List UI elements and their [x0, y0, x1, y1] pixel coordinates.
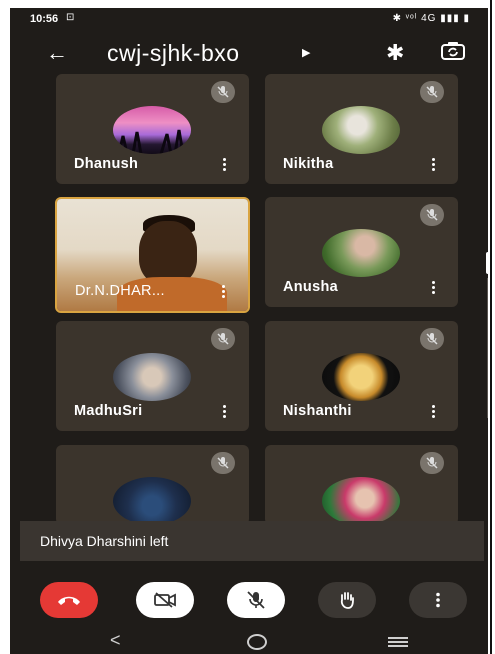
participant-tile[interactable]: MadhuSri [56, 321, 249, 431]
nav-home-icon[interactable] [247, 634, 267, 650]
participant-tile[interactable] [265, 445, 458, 525]
participant-name: Nikitha [283, 156, 334, 172]
participant-name: MadhuSri [74, 403, 143, 419]
back-arrow-icon[interactable]: ← [46, 40, 68, 66]
participant-name: Dhanush [74, 156, 139, 172]
participant-tile[interactable]: Nishanthi [265, 321, 458, 431]
more-vert-icon[interactable] [430, 281, 436, 295]
cast-icon: ⊡ [66, 12, 75, 23]
meeting-code[interactable]: cwj-sjhk-bxo [107, 40, 240, 67]
mic-off-icon [420, 204, 444, 226]
app-bar: ← cwj-sjhk-bxo ▶ ✱ [10, 34, 488, 74]
scrollbar-track [487, 278, 488, 418]
participant-tile[interactable]: Anusha [265, 197, 458, 307]
participant-tile[interactable] [56, 445, 249, 525]
participant-tile[interactable]: Dhanush [56, 74, 249, 184]
more-vert-icon [436, 592, 440, 608]
switch-camera-icon[interactable] [440, 40, 466, 62]
mic-toggle-button[interactable] [227, 582, 285, 618]
status-time: 10:56 [30, 13, 59, 25]
right-border [488, 0, 495, 654]
avatar [322, 353, 400, 401]
toast-text: Dhivya Dharshini left [40, 533, 169, 549]
avatar [113, 353, 191, 401]
mic-off-icon [211, 328, 235, 350]
mic-off-icon [211, 452, 235, 474]
mic-off-icon [420, 328, 444, 350]
bluetooth-icon[interactable]: ✱ [386, 40, 404, 66]
avatar [113, 477, 191, 525]
status-indicators: ✱ ᵛᵒˡ 4G ▮▮▮ ▮ [392, 13, 470, 24]
call-controls [10, 574, 488, 624]
end-call-button[interactable] [40, 582, 98, 618]
system-nav-bar: < [10, 630, 488, 654]
avatar [322, 229, 400, 277]
participant-tile[interactable]: Nikitha [265, 74, 458, 184]
more-vert-icon[interactable] [220, 285, 226, 299]
participant-name: Nishanthi [283, 403, 352, 419]
caret-right-icon[interactable]: ▶ [302, 46, 310, 59]
participant-name: Dr.N.DHAR... [75, 283, 165, 299]
more-vert-icon[interactable] [430, 158, 436, 172]
avatar [113, 106, 191, 154]
raise-hand-button[interactable] [318, 582, 376, 618]
mic-off-icon [211, 81, 235, 103]
nav-back-icon[interactable]: < [110, 630, 121, 651]
mic-off-icon [247, 591, 265, 609]
more-options-button[interactable] [409, 582, 467, 618]
more-vert-icon[interactable] [221, 405, 227, 419]
status-bar: 10:56 ⊡ ✱ ᵛᵒˡ 4G ▮▮▮ ▮ [10, 8, 488, 30]
camera-toggle-button[interactable] [136, 582, 194, 618]
mic-off-icon [420, 81, 444, 103]
camera-off-icon [154, 592, 176, 608]
scrollbar-thumb[interactable] [486, 252, 488, 274]
more-vert-icon[interactable] [430, 405, 436, 419]
left-border [0, 0, 10, 654]
participant-tile-active[interactable]: Dr.N.DHAR... [55, 197, 250, 313]
end-call-icon [58, 596, 80, 605]
toast-notification: Dhivya Dharshini left [20, 521, 484, 561]
raise-hand-icon [340, 592, 354, 609]
mic-off-icon [420, 452, 444, 474]
avatar [322, 477, 400, 525]
avatar [322, 106, 400, 154]
nav-recents-icon[interactable] [388, 637, 408, 649]
participant-name: Anusha [283, 279, 338, 295]
more-vert-icon[interactable] [221, 158, 227, 172]
phone-screen: 10:56 ⊡ ✱ ᵛᵒˡ 4G ▮▮▮ ▮ ← cwj-sjhk-bxo ▶ … [10, 8, 488, 654]
